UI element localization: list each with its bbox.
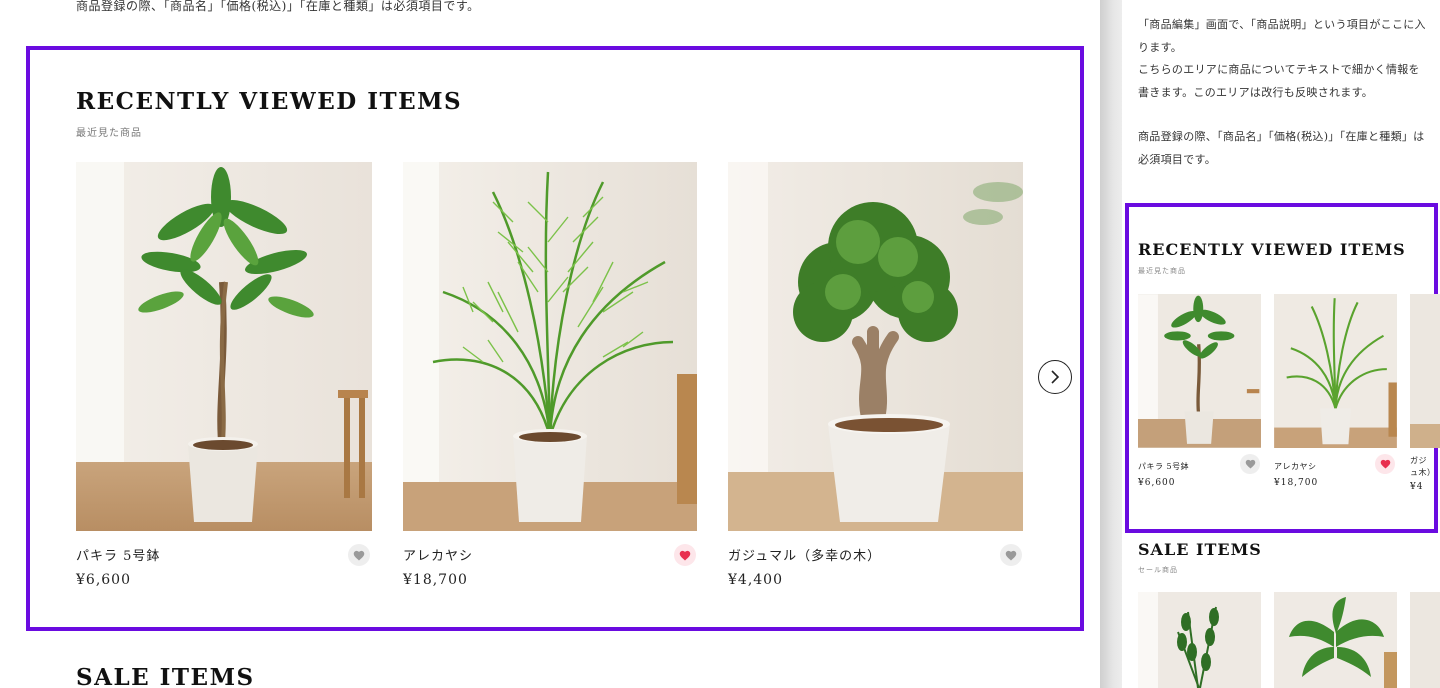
- favorite-button[interactable]: [348, 544, 370, 566]
- description-line: [1138, 104, 1428, 126]
- favorite-button[interactable]: [674, 544, 696, 566]
- product-name[interactable]: アレカヤシ: [403, 545, 473, 564]
- product-photo-pachira[interactable]: [1138, 294, 1261, 448]
- recently-viewed-subtitle: 最近見た商品: [76, 128, 142, 139]
- desktop-preview: 商品登録の際、「商品名」「価格(税込)」「在庫と種類」は必須項目です。 RECE…: [0, 0, 1100, 688]
- description-line: 商品登録の際、「商品名」「価格(税込)」「在庫と種類」は必須項目です。: [1138, 130, 1425, 166]
- sale-items-title: SALE ITEMS: [76, 664, 255, 688]
- preview-divider: [1100, 0, 1122, 688]
- product-price: ¥18,700: [1274, 478, 1319, 488]
- heart-icon: [1380, 459, 1390, 469]
- product-description-note: 商品登録の際、「商品名」「価格(税込)」「在庫と種類」は必須項目です。: [76, 0, 480, 13]
- product-photo-zz-plant[interactable]: [1138, 592, 1261, 688]
- sale-items-subtitle: セール商品: [1138, 566, 1178, 574]
- product-card[interactable]: アレカヤシ ¥18,700: [1274, 294, 1397, 494]
- product-photo-philodendron[interactable]: [1274, 592, 1397, 688]
- product-price: ¥6,600: [76, 572, 131, 588]
- description-line: こちらのエリアに商品についてテキストで細かく情報を書きます。このエリアは改行も反…: [1138, 63, 1420, 99]
- product-price: ¥4,400: [728, 572, 783, 588]
- product-photo-areca-palm[interactable]: [1274, 294, 1397, 448]
- favorite-button[interactable]: [1000, 544, 1022, 566]
- product-card[interactable]: [1138, 592, 1261, 688]
- product-name[interactable]: ガジュマル（多幸の木）: [728, 545, 881, 564]
- product-photo[interactable]: [1410, 592, 1440, 688]
- product-name[interactable]: パキラ 5号鉢: [76, 545, 160, 564]
- mobile-preview: 「商品編集」画面で、「商品説明」という項目がここに入ります。 こちらのエリアに商…: [1122, 0, 1440, 688]
- product-card[interactable]: パキラ 5号鉢 ¥6,600: [1138, 294, 1261, 494]
- product-name[interactable]: パキラ 5号鉢: [1138, 461, 1189, 472]
- favorite-button[interactable]: [1375, 454, 1395, 474]
- product-photo-gajumaru[interactable]: [728, 162, 1023, 531]
- product-card[interactable]: アレカヤシ ¥18,700: [403, 162, 697, 602]
- product-card[interactable]: [1274, 592, 1397, 688]
- product-photo-areca-palm[interactable]: [403, 162, 697, 531]
- product-price: ¥4: [1410, 482, 1424, 492]
- heart-icon: [353, 550, 365, 560]
- product-description: 「商品編集」画面で、「商品説明」という項目がここに入ります。 こちらのエリアに商…: [1138, 14, 1428, 171]
- chevron-right-icon: [1051, 370, 1060, 384]
- product-card[interactable]: ガジュ木） ¥4: [1410, 294, 1440, 494]
- product-name[interactable]: ガジュ木）: [1410, 455, 1435, 479]
- product-card[interactable]: パキラ 5号鉢 ¥6,600: [76, 162, 372, 602]
- description-line: 「商品編集」画面で、「商品説明」という項目がここに入ります。: [1138, 18, 1426, 54]
- favorite-button[interactable]: [1240, 454, 1260, 474]
- heart-icon: [1245, 459, 1255, 469]
- product-card[interactable]: [1410, 592, 1440, 688]
- product-photo-pachira[interactable]: [76, 162, 372, 531]
- product-card[interactable]: ガジュマル（多幸の木） ¥4,400: [728, 162, 1023, 602]
- product-price: ¥18,700: [403, 572, 468, 588]
- heart-icon: [679, 550, 691, 560]
- recently-viewed-title: RECENTLY VIEWED ITEMS: [76, 88, 463, 115]
- heart-icon: [1005, 550, 1017, 560]
- carousel-next-button[interactable]: [1038, 360, 1072, 394]
- recently-viewed-subtitle: 最近見た商品: [1138, 267, 1186, 275]
- product-name[interactable]: アレカヤシ: [1274, 461, 1317, 472]
- sale-items-title: SALE ITEMS: [1138, 540, 1262, 559]
- product-price: ¥6,600: [1138, 478, 1176, 488]
- recently-viewed-title: RECENTLY VIEWED ITEMS: [1138, 240, 1406, 259]
- product-photo-gajumaru[interactable]: [1410, 294, 1440, 448]
